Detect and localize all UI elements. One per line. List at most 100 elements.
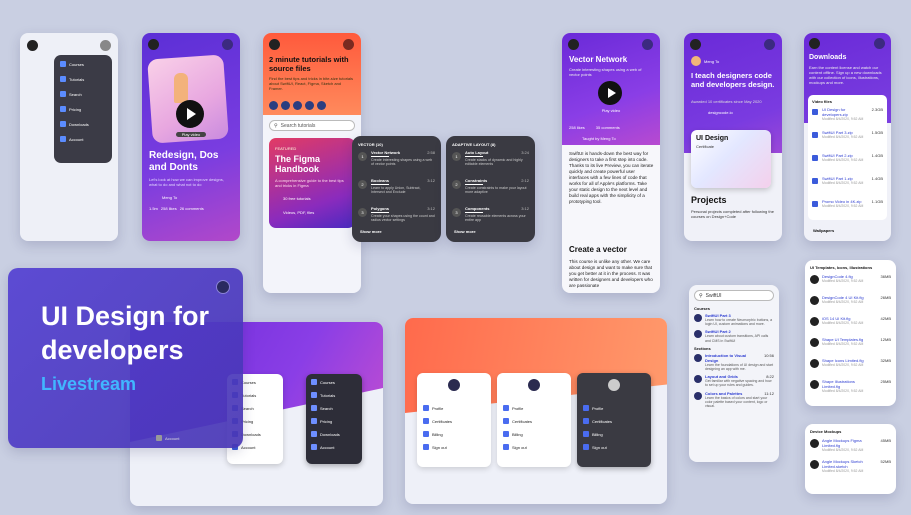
file-name: Angle Mockups Figma Limited.fig bbox=[822, 438, 862, 448]
menu-item-account[interactable]: Account bbox=[311, 444, 357, 450]
menu-item-downloads[interactable]: Downloads bbox=[60, 121, 106, 127]
featured-title: The Figma Handbook bbox=[275, 154, 321, 174]
account-item-profile[interactable]: Profile bbox=[503, 405, 565, 411]
account-item-billing[interactable]: Billing bbox=[423, 431, 485, 437]
menu-icon[interactable] bbox=[874, 38, 885, 49]
certificate-card[interactable]: UI Design Certificate bbox=[691, 130, 771, 188]
account-item-sign-out[interactable]: Sign out bbox=[583, 444, 645, 450]
file-size: 2.3GB bbox=[871, 107, 883, 112]
menu-item-pricing[interactable]: Pricing bbox=[311, 418, 357, 424]
lesson-row[interactable]: 2 Booleans 3:12 Learn to apply Union, Subtr… bbox=[358, 178, 435, 204]
search-icon: ⚲ bbox=[274, 122, 278, 129]
menu-icon[interactable] bbox=[764, 39, 775, 50]
lesson-row[interactable]: 1 Auto Layout 3:24 Create stacks of dynamic… bbox=[452, 150, 529, 176]
menu-item-courses[interactable]: Courses bbox=[60, 61, 106, 67]
hero-account-item[interactable]: Account bbox=[156, 435, 179, 441]
file-row[interactable]: SwiftUI Part 3.zip 1.5GB Modified 8/4/2020… bbox=[812, 130, 883, 151]
account-item-profile[interactable]: Profile bbox=[423, 405, 485, 411]
menu-item-account[interactable]: Account bbox=[60, 136, 106, 142]
course-result[interactable]: SwiftUI Part 2 Learn about custom transit… bbox=[694, 329, 774, 343]
file-date: Modified 8/4/2020, 9:52 AM bbox=[822, 158, 864, 162]
search-results-screen: ⚲ SwiftUI Courses SwiftUI Part 3 Learn ho… bbox=[689, 285, 779, 462]
file-row[interactable]: Shape Illustrations Limited.fig 25MB Modif… bbox=[810, 379, 891, 398]
menu-item-search[interactable]: Search bbox=[60, 91, 106, 97]
downloads-desc: Earn the content license and watch our c… bbox=[809, 65, 882, 85]
file-row[interactable]: Angle Mockups Figma Limited.fig 45MB Modif… bbox=[810, 438, 891, 457]
file-row[interactable]: SwiftUI Part 1.zip 1.4GB Modified 8/4/2020… bbox=[812, 176, 883, 197]
account-scene: Profile Certificates Billing Sign out Profi… bbox=[405, 318, 667, 504]
vector-panel-header: VECTOR (10) bbox=[358, 142, 383, 147]
search-input[interactable]: ⚲ Search tutorials bbox=[269, 120, 355, 131]
file-row[interactable]: iOS 14 UI Kit.fig 42MB Modified 8/4/2020, … bbox=[810, 316, 891, 335]
likes-count: 258 likes bbox=[569, 125, 585, 130]
profile-screen: Meng To I teach designers code and devel… bbox=[684, 33, 782, 241]
section-result[interactable]: Layout and Grids 8:22 Get familiar with ne… bbox=[694, 374, 774, 387]
stats-row: 1.5m 258 likes 26 comments bbox=[149, 206, 204, 211]
framer-icon bbox=[317, 101, 326, 110]
adaptive-show-more[interactable]: Show more bbox=[454, 229, 476, 234]
swift-icon bbox=[269, 101, 278, 110]
account-item-certificates[interactable]: Certificates bbox=[583, 418, 645, 424]
play-button[interactable] bbox=[176, 100, 204, 128]
section-desc: Learn the foundations of UI design and s… bbox=[705, 362, 774, 372]
menu-item-downloads[interactable]: Downloads bbox=[311, 431, 357, 437]
lesson-row[interactable]: 1 Vector Network 2:58 Create interesting sh… bbox=[358, 150, 435, 176]
vector-show-more[interactable]: Show more bbox=[360, 229, 382, 234]
menu-icon[interactable] bbox=[642, 39, 653, 50]
file-row[interactable]: DesignCode 4.fig 36MB Modified 8/4/2020, 9… bbox=[810, 274, 891, 293]
tutorials-title: 2 minute tutorials with source files bbox=[269, 55, 349, 73]
hero-badge-icon bbox=[216, 280, 230, 294]
file-size: 32MB bbox=[880, 358, 891, 363]
menu-icon[interactable] bbox=[222, 39, 233, 50]
file-row[interactable]: SwiftUI Part 2.zip 1.4GB Modified 8/4/2020… bbox=[812, 153, 883, 174]
lesson-title: Booleans bbox=[371, 178, 390, 183]
play-video-label: Play video bbox=[601, 108, 621, 113]
section-result[interactable]: Colors and Palettes 11:12 Learn the basics… bbox=[694, 391, 774, 409]
menu-item-tutorials[interactable]: Tutorials bbox=[311, 392, 357, 398]
hero-banner: UI Design for developers Livestream Acco… bbox=[8, 268, 243, 448]
profile-link[interactable]: designcode.io bbox=[708, 110, 733, 115]
account-item-certificates[interactable]: Certificates bbox=[503, 418, 565, 424]
menu-item-courses[interactable]: Courses bbox=[311, 379, 357, 385]
react-icon bbox=[281, 101, 290, 110]
file-icon bbox=[812, 109, 818, 115]
play-video-label: Play video bbox=[176, 132, 206, 137]
file-row[interactable]: UI Design for developers.zip 2.3GB Modifie… bbox=[812, 107, 883, 128]
menu-icon[interactable] bbox=[343, 39, 354, 50]
account-item-sign-out[interactable]: Sign out bbox=[503, 444, 565, 450]
menu-item-label: Courses bbox=[241, 379, 256, 385]
file-row[interactable]: Shape UI Templates.fig 12MB Modified 8/4/2… bbox=[810, 337, 891, 356]
menu-item-tutorials[interactable]: Tutorials bbox=[60, 76, 106, 82]
search-input[interactable]: ⚲ SwiftUI bbox=[694, 290, 774, 301]
menu-item-search[interactable]: Search bbox=[311, 405, 357, 411]
account-item-certificates[interactable]: Certificates bbox=[423, 418, 485, 424]
file-size: 1.1GB bbox=[871, 199, 883, 204]
tutorials-icon bbox=[60, 76, 66, 82]
account-item-billing[interactable]: Billing bbox=[503, 431, 565, 437]
play-button[interactable] bbox=[598, 81, 622, 105]
menu-icon[interactable] bbox=[100, 40, 111, 51]
file-row[interactable]: DesignCode 4 UI Kit.fig 26MB Modified 8/4/… bbox=[810, 295, 891, 314]
account-item-label: Certificates bbox=[432, 418, 453, 424]
lesson-row[interactable]: 2 Constraints 2:12 Create constraints to ma… bbox=[452, 178, 529, 204]
sections-heading: Sections bbox=[694, 345, 711, 351]
profile-icon bbox=[503, 405, 509, 411]
account-item-label: Sign out bbox=[512, 444, 527, 450]
menu-item-label: Downloads bbox=[69, 121, 89, 127]
account-item-label: Sign out bbox=[592, 444, 607, 450]
account-card-2: Profile Certificates Billing Sign out bbox=[497, 373, 571, 467]
menu-item-pricing[interactable]: Pricing bbox=[60, 106, 106, 112]
lesson-progress bbox=[371, 184, 389, 185]
lesson-time: 3:12 bbox=[427, 206, 435, 211]
account-item-profile[interactable]: Profile bbox=[583, 405, 645, 411]
hero-subtitle: Livestream bbox=[41, 374, 137, 394]
account-item-billing[interactable]: Billing bbox=[583, 431, 645, 437]
file-row[interactable]: Promo Video in 4K.zip 1.1GB Modified 8/4/2… bbox=[812, 199, 883, 220]
file-row[interactable]: Shape Icons Limited.fig 32MB Modified 8/4/… bbox=[810, 358, 891, 377]
account-item-sign-out[interactable]: Sign out bbox=[423, 444, 485, 450]
tutorials-screen: 2 minute tutorials with source files Fin… bbox=[263, 33, 361, 293]
section-result[interactable]: Introduction to Visual Design 10:56 Learn … bbox=[694, 353, 774, 371]
featured-card[interactable]: FEATURED The Figma Handbook A comprehens… bbox=[269, 138, 355, 228]
file-row[interactable]: Angle Mockups Sketch Limited.sketch 52MB M… bbox=[810, 459, 891, 478]
course-result[interactable]: SwiftUI Part 3 Learn how to create Neumor… bbox=[694, 313, 774, 326]
